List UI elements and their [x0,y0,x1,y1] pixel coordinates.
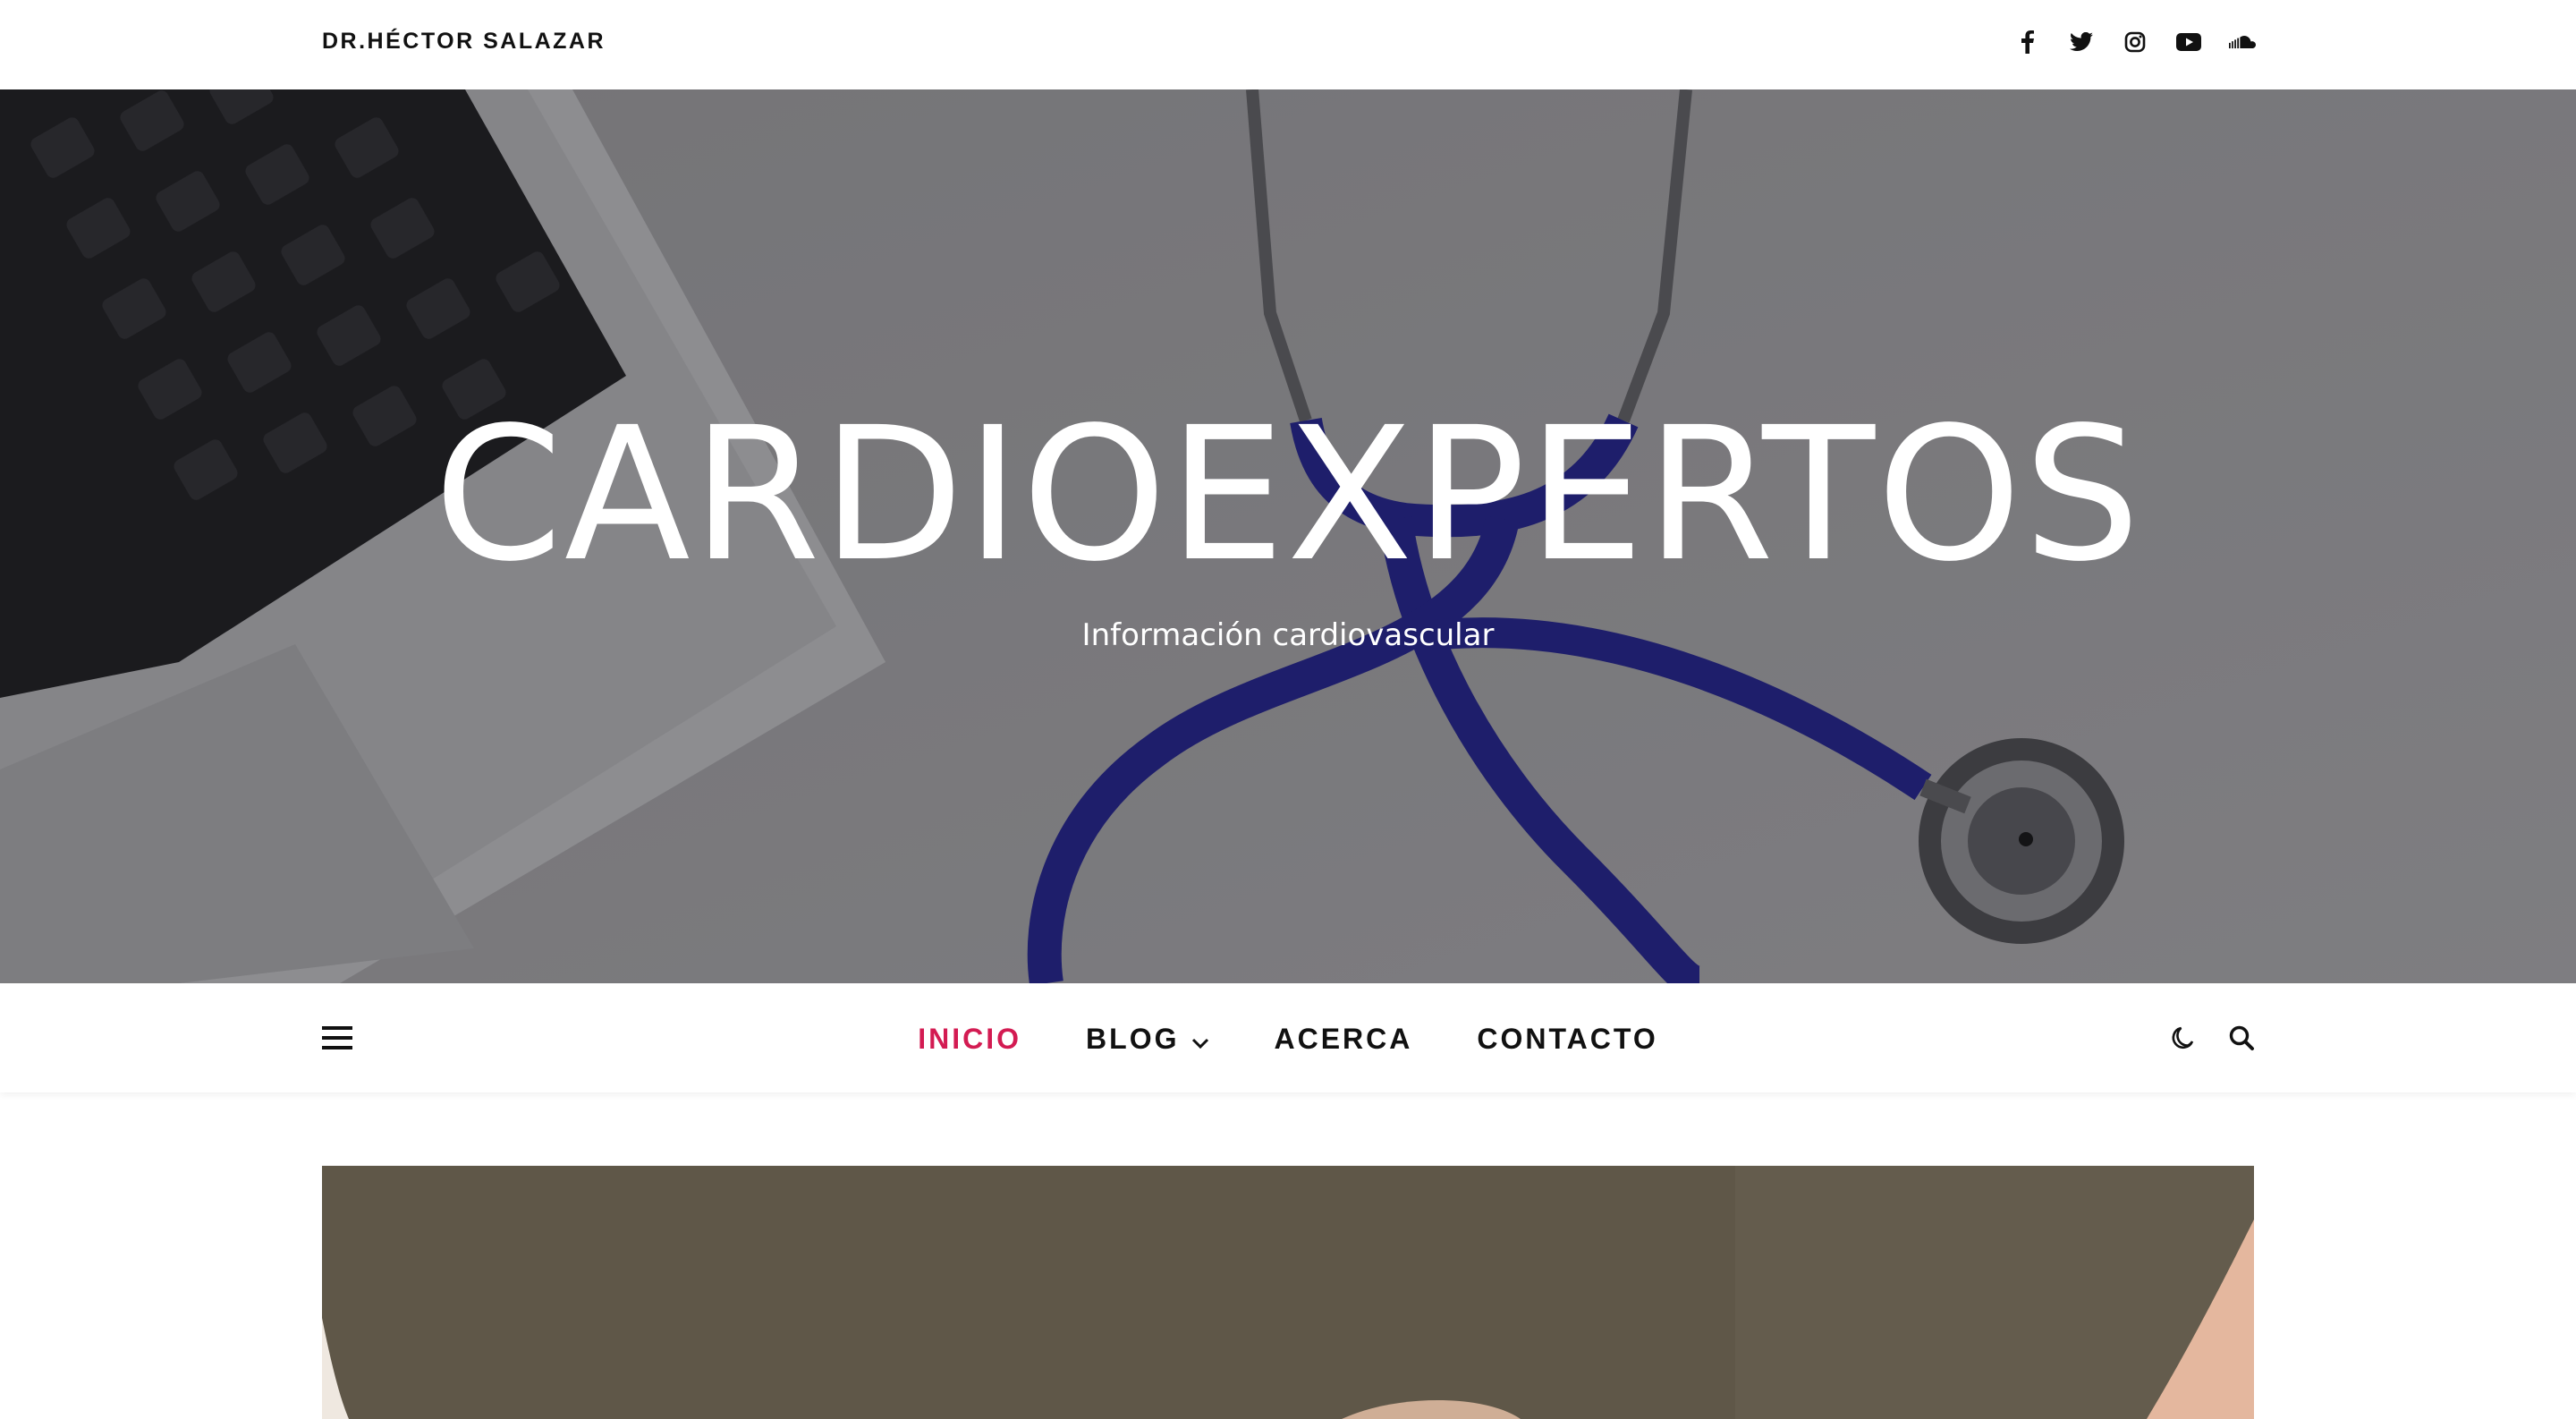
site-title[interactable]: CARDIOEXPERTOS [0,403,2576,587]
nav-item-blog[interactable]: BLOG [1086,1023,1209,1056]
featured-image-graphic [322,1166,2254,1419]
nav-item-label: BLOG [1086,1023,1180,1055]
nav-item-contacto[interactable]: CONTACTO [1477,1023,1657,1056]
facebook-icon[interactable] [2014,27,2041,57]
youtube-icon[interactable] [2175,27,2202,57]
top-bar: DR.HÉCTOR SALAZAR [0,0,2576,89]
nav-item-acerca[interactable]: ACERCA [1274,1023,1412,1056]
hero-banner: CARDIOEXPERTOS Información cardiovascula… [0,89,2576,983]
site-owner-name[interactable]: DR.HÉCTOR SALAZAR [322,29,606,55]
twitter-icon[interactable] [2068,27,2095,57]
social-links [2014,27,2256,57]
search-icon[interactable] [2227,1023,2256,1053]
nav-tools [2168,1023,2256,1053]
dark-mode-moon-icon[interactable] [2168,1023,2197,1053]
soundcloud-icon[interactable] [2229,27,2256,57]
site-tagline: Información cardiovascular [1081,617,1495,653]
instagram-icon[interactable] [2122,27,2148,57]
main-navigation: INICIO BLOG ACERCA CONTACTO [0,983,2576,1092]
nav-item-label: INICIO [918,1023,1022,1055]
chevron-down-icon [1191,1023,1209,1056]
nav-item-label: CONTACTO [1477,1023,1658,1055]
nav-item-label: ACERCA [1274,1023,1413,1055]
nav-item-inicio[interactable]: INICIO [918,1023,1021,1056]
featured-post-image[interactable] [322,1166,2254,1419]
